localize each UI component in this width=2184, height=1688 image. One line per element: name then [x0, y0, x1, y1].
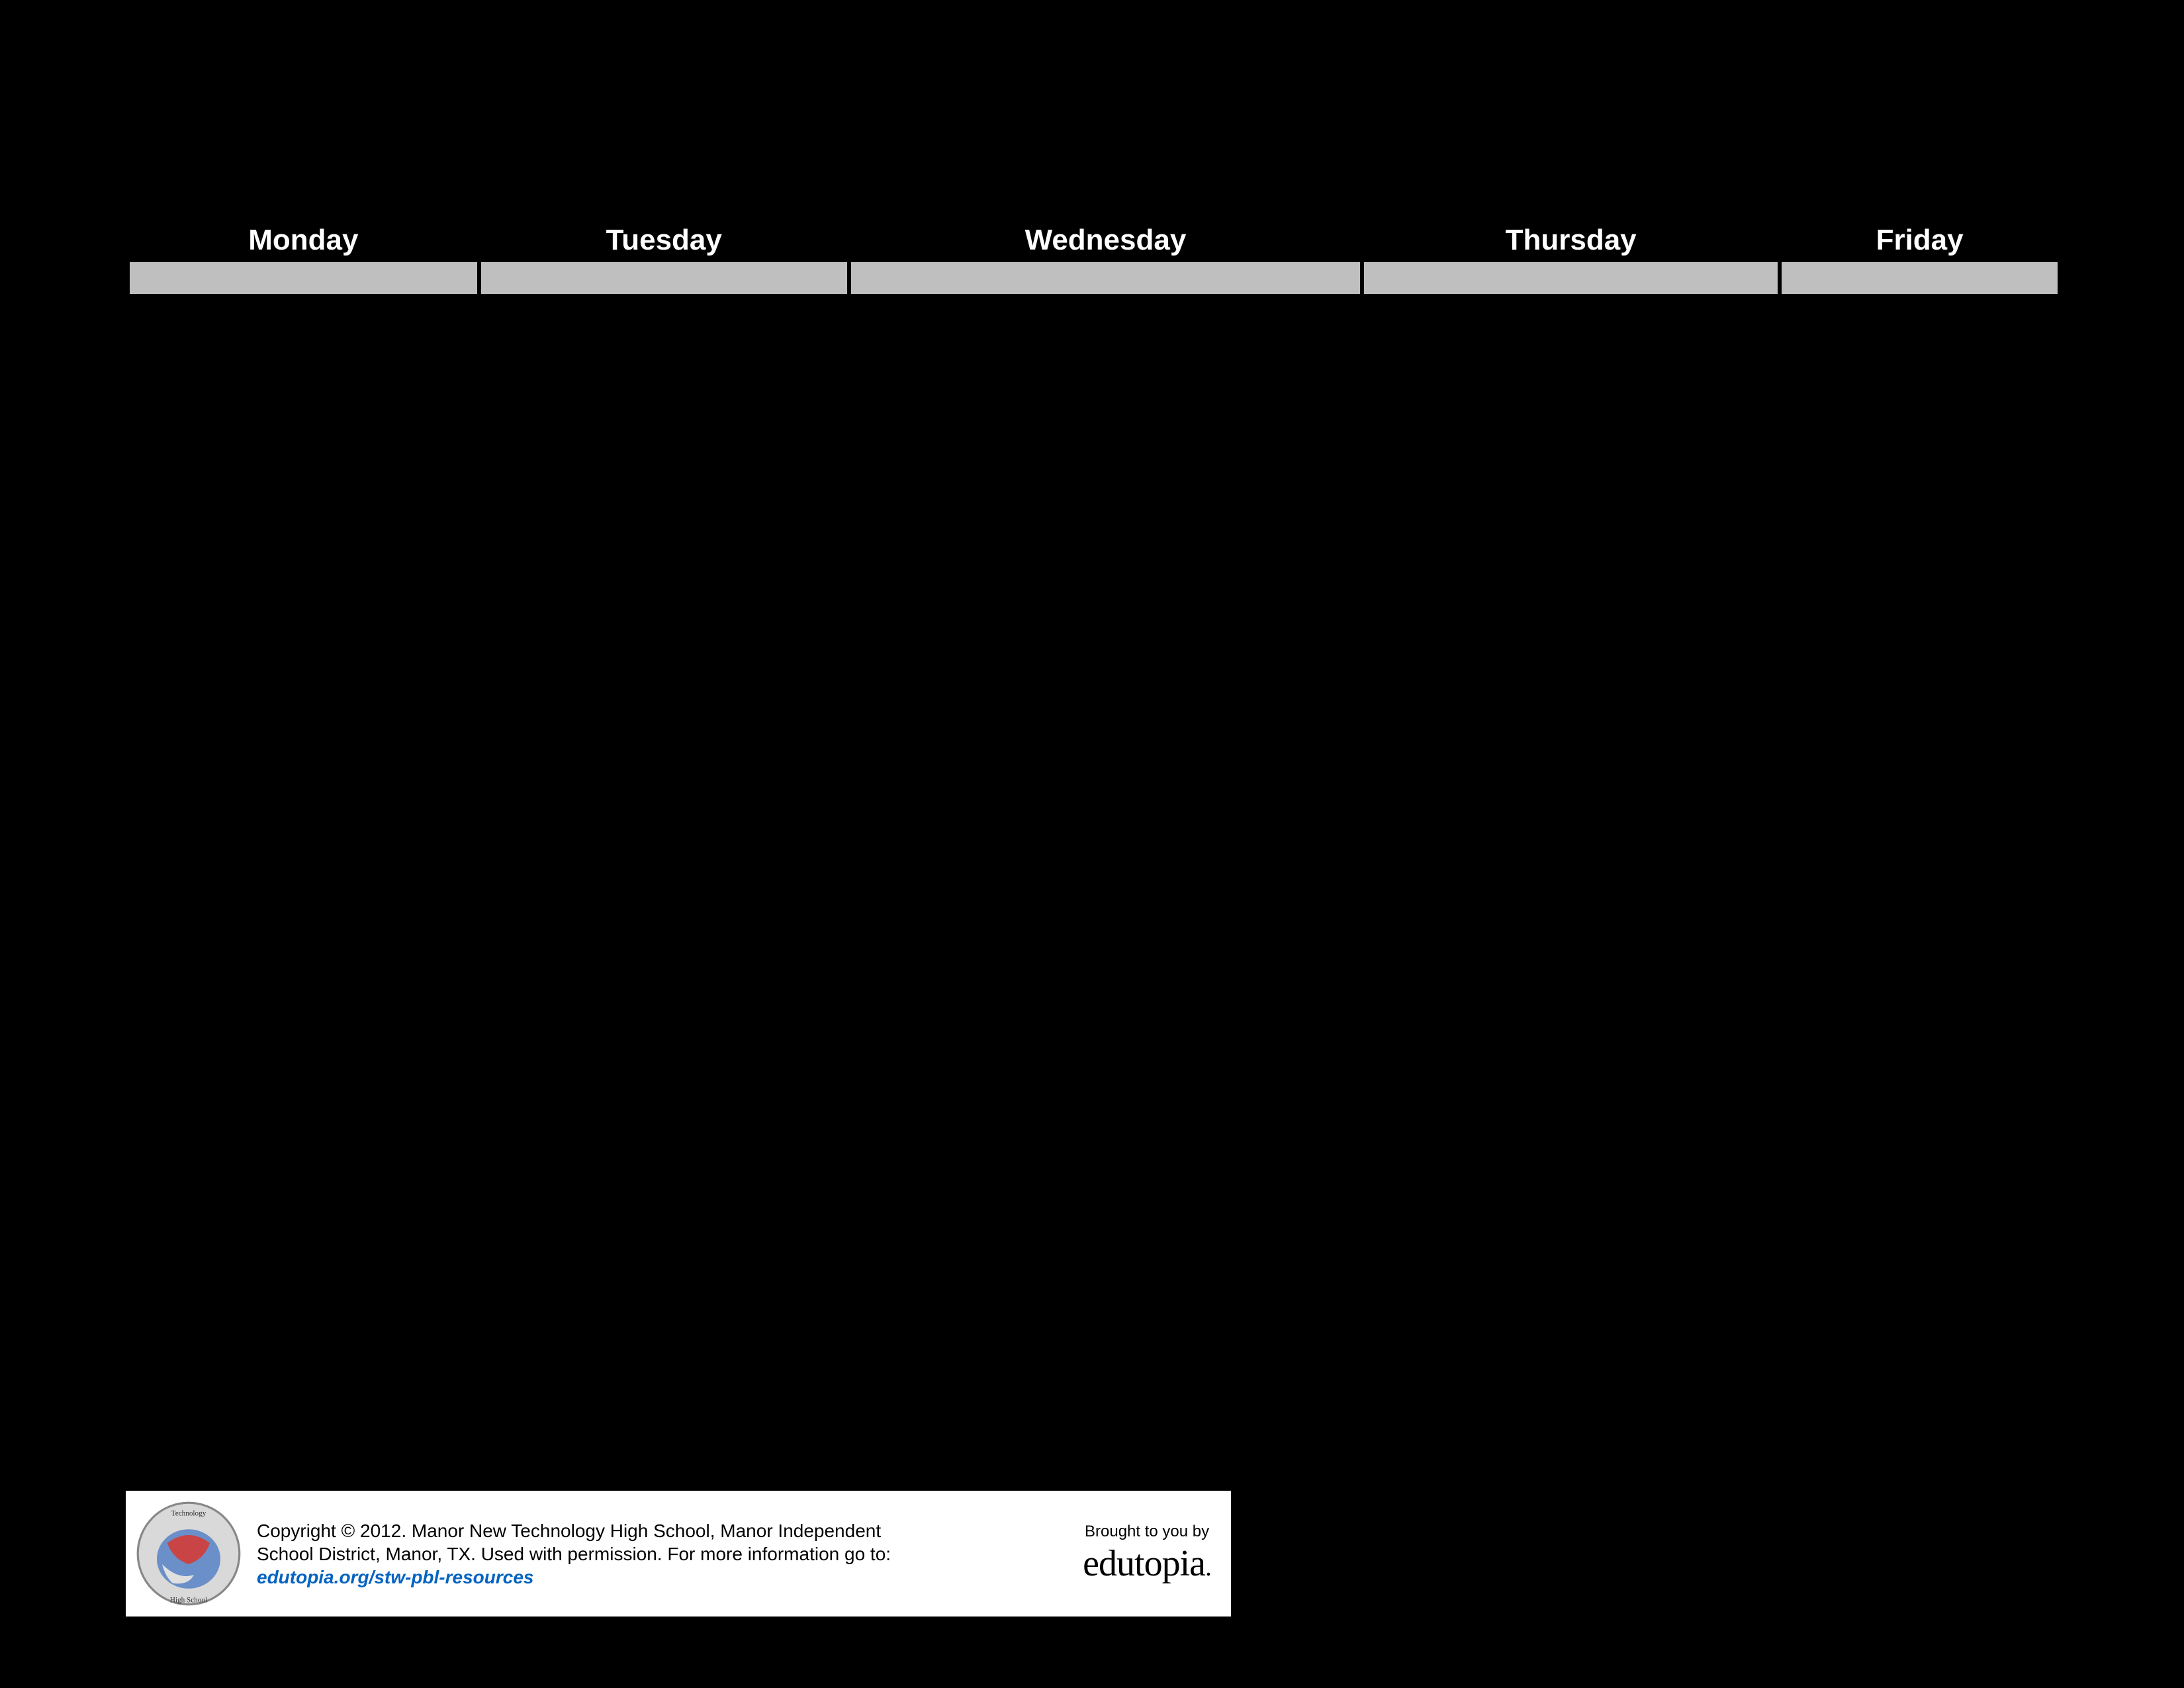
resource-link[interactable]: edutopia.org/stw-pbl-resources: [257, 1567, 534, 1587]
day-header-friday: Friday: [1782, 221, 2058, 262]
brought-to-you-by: Brought to you by edutopia.: [1083, 1523, 1218, 1585]
svg-text:Technology: Technology: [171, 1509, 206, 1517]
day-header-tuesday: Tuesday: [481, 221, 847, 262]
copyright-line-2: School District, Manor, TX. Used with pe…: [257, 1544, 891, 1564]
date-cell: [1782, 262, 2058, 294]
school-logo-icon: Technology High School: [132, 1497, 245, 1610]
copyright-line-1: Copyright © 2012. Manor New Technology H…: [257, 1521, 881, 1541]
copyright-text: Copyright © 2012. Manor New Technology H…: [257, 1519, 1083, 1589]
date-cell: [1364, 262, 1778, 294]
svg-text:High School: High School: [170, 1597, 207, 1605]
edutopia-logo: edutopia.: [1083, 1542, 1211, 1585]
footer: Technology High School Copyright © 2012.…: [126, 1491, 1231, 1617]
date-cell: [481, 262, 847, 294]
brought-by-label: Brought to you by: [1083, 1523, 1211, 1541]
day-header-wednesday: Wednesday: [851, 221, 1360, 262]
day-header-monday: Monday: [130, 221, 477, 262]
day-header-thursday: Thursday: [1364, 221, 1778, 262]
calendar-table: Monday Tuesday Wednesday Thursday Friday: [126, 221, 2062, 294]
date-cell: [851, 262, 1360, 294]
date-cell: [130, 262, 477, 294]
